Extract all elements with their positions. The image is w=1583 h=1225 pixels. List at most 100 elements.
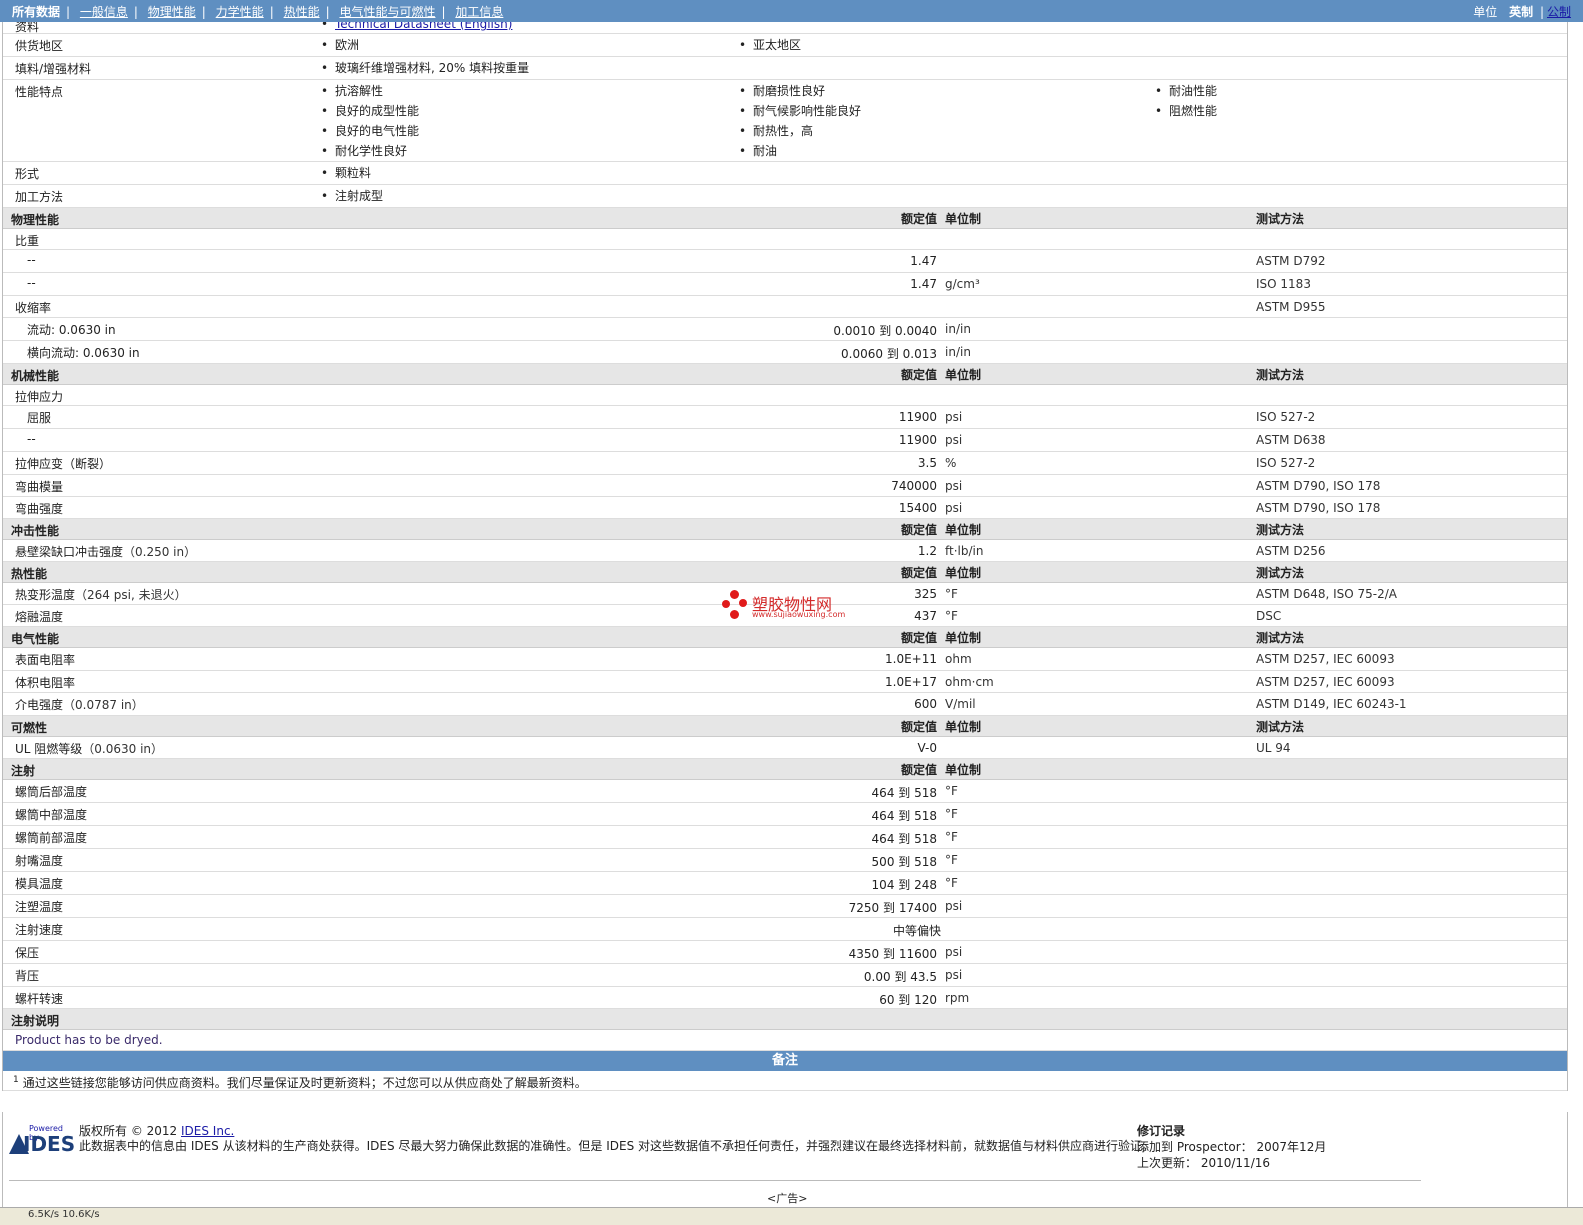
property-label: 比重: [15, 234, 40, 248]
property-value: 11900: [898, 433, 937, 447]
property-name: 介电强度: [15, 698, 64, 712]
copyright-text: 版权所有 © 2012: [79, 1124, 178, 1138]
property-unit: ft·lb/in: [945, 544, 984, 558]
property-unit: psi: [945, 410, 963, 424]
property-method: ASTM D792: [1256, 254, 1326, 268]
property-value: 11900: [898, 410, 937, 424]
row-label: 供货地区: [15, 39, 64, 53]
nav-processing[interactable]: 加工信息: [455, 5, 503, 19]
property-value: 0.0010 到 0.0040: [833, 324, 937, 338]
unit-metric[interactable]: 公制: [1547, 5, 1571, 19]
added-label: 添加到 Prospector：: [1137, 1140, 1253, 1154]
notes-header: 备注: [3, 1051, 1567, 1071]
col-header-unit: 单位制: [945, 720, 982, 734]
feature-item: 良好的电气性能: [321, 123, 419, 143]
property-label: 弯曲模量: [15, 480, 64, 494]
nav-all-data[interactable]: 所有数据: [12, 5, 60, 19]
section-header-flammability: 可燃性 额定值 单位制 测试方法: [3, 716, 1567, 737]
property-unit: psi: [945, 479, 963, 493]
features-row: 性能特点 抗溶解性 良好的成型性能 良好的电气性能 耐化学性良好 耐磨损性良好 …: [3, 80, 1567, 162]
ides-link[interactable]: IDES Inc.: [181, 1124, 234, 1138]
form-list: 颗粒料: [321, 165, 371, 185]
section-title: 热性能: [11, 567, 48, 581]
feature-item: 抗溶解性: [321, 83, 419, 103]
property-unit: psi: [945, 899, 963, 913]
property-row: 注射速度 中等偏快: [3, 918, 1567, 941]
nav-electrical[interactable]: 电气性能与可燃性: [339, 5, 435, 19]
property-method: ASTM D790, ISO 178: [1256, 501, 1381, 515]
units-label: 单位: [1473, 5, 1498, 19]
section-header-physical: 物理性能 额定值 单位制 测试方法: [3, 208, 1567, 229]
watermark-dot: [730, 610, 739, 619]
property-label: 流动: 0.0630 in: [27, 323, 116, 337]
property-row: 介电强度（0.0787 in） 600 V/mil ASTM D149, IEC…: [3, 693, 1567, 716]
col-header-nominal: 额定值: [900, 566, 937, 580]
section-title: 可燃性: [11, 721, 48, 735]
feature-item: 耐油: [739, 143, 861, 163]
property-group-row: 比重: [3, 229, 1567, 250]
property-row: 螺筒前部温度 464 到 518 °F: [3, 826, 1567, 849]
property-row: 注塑温度 7250 到 17400 psi: [3, 895, 1567, 918]
technical-datasheet-link[interactable]: Technical Datasheet (English): [335, 22, 512, 31]
property-method: ASTM D256: [1256, 544, 1326, 558]
property-label: 拉伸应变（断裂）: [15, 457, 112, 471]
property-value: V-0: [917, 741, 937, 755]
property-label: 注塑温度: [15, 900, 64, 914]
section-title: 注射说明: [11, 1014, 60, 1028]
footnote: 1 通过这些链接您能够访问供应商资料。我们尽量保证及时更新资料；不过您可以从供应商…: [3, 1071, 1567, 1091]
row-label: 性能特点: [15, 85, 64, 99]
footnote-mark: 1: [13, 1075, 19, 1085]
nav-physical[interactable]: 物理性能: [148, 5, 196, 19]
feature-item: 耐气候影响性能良好: [739, 103, 861, 123]
property-group-row: 拉伸应力: [3, 385, 1567, 406]
property-row: 弯曲强度 15400 psi ASTM D790, ISO 178: [3, 497, 1567, 519]
property-unit: ohm·cm: [945, 675, 994, 689]
property-unit: in/in: [945, 345, 971, 359]
filler-row: 填料/增强材料 玻璃纤维增强材料, 20% 填料按重量: [3, 57, 1567, 80]
property-label: --: [27, 276, 36, 290]
property-method: ASTM D638: [1256, 433, 1326, 447]
section-header-thermal: 热性能 额定值 单位制 测试方法: [3, 562, 1567, 583]
property-label: 体积电阻率: [15, 676, 76, 690]
updated-label: 上次更新：: [1137, 1156, 1198, 1170]
property-value: 中等偏快: [893, 924, 942, 938]
property-row: 保压 4350 到 11600 psi: [3, 941, 1567, 964]
col-header-unit: 单位制: [945, 631, 982, 645]
property-row: -- 11900 psi ASTM D638: [3, 429, 1567, 452]
property-unit: rpm: [945, 991, 970, 1005]
property-method: ISO 527-2: [1256, 410, 1316, 424]
property-condition: （0.0630 in）: [82, 742, 164, 756]
property-label: 拉伸应力: [15, 390, 64, 404]
property-unit: °F: [945, 876, 958, 890]
col-header-method: 测试方法: [1256, 631, 1305, 645]
filler-item: 玻璃纤维增强材料, 20% 填料按重量: [321, 60, 529, 80]
supply-item: 亚太地区: [739, 37, 801, 57]
copyright-block: 版权所有 © 2012 IDES Inc. 此数据表中的信息由 IDES 从该材…: [79, 1124, 1154, 1154]
property-value: 15400: [898, 501, 937, 515]
section-title: 物理性能: [11, 213, 60, 227]
property-method: UL 94: [1256, 741, 1291, 755]
ides-logo[interactable]: Powered by IDES: [9, 1124, 75, 1156]
property-row: 体积电阻率 1.0E+17 ohm·cm ASTM D257, IEC 6009…: [3, 671, 1567, 693]
nav-separator: |: [133, 5, 138, 19]
nav-thermal[interactable]: 热性能: [284, 5, 320, 19]
col-header-method: 测试方法: [1256, 368, 1305, 382]
property-method: ISO 527-2: [1256, 456, 1316, 470]
property-value: 60 到 120: [879, 993, 937, 1007]
property-row: 螺筒后部温度 464 到 518 °F: [3, 780, 1567, 803]
top-nav-bar: 所有数据 | 一般信息 | 物理性能 | 力学性能 | 热性能 | 电气性能与可燃性 | 加…: [0, 0, 1583, 22]
nav-general-info[interactable]: 一般信息: [80, 5, 128, 19]
section-title: 机械性能: [11, 369, 60, 383]
property-label: 熔融温度: [15, 610, 64, 624]
datasheet-row: 资料 Technical Datasheet (English): [3, 22, 1567, 34]
form-item: 颗粒料: [321, 165, 371, 185]
col-header-unit: 单位制: [945, 566, 982, 580]
section-title: 电气性能: [11, 632, 60, 646]
col-header-method: 测试方法: [1256, 720, 1305, 734]
col-header-unit: 单位制: [945, 523, 982, 537]
property-unit: %: [945, 456, 957, 470]
unit-english[interactable]: 英制: [1509, 5, 1533, 19]
nav-mechanical[interactable]: 力学性能: [216, 5, 264, 19]
property-method: ASTM D257, IEC 60093: [1256, 675, 1395, 689]
section-header-injection-notes: 注射说明: [3, 1009, 1567, 1030]
